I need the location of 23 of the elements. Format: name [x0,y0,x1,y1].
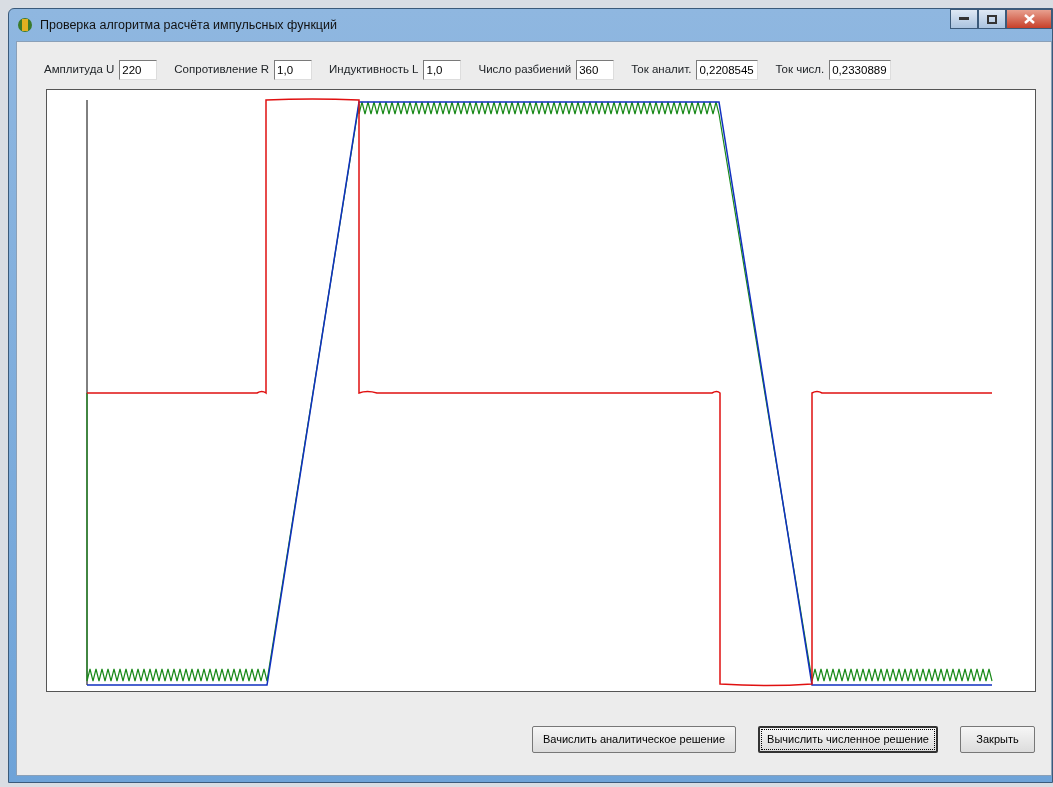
field-label: Индуктивность L [329,62,419,78]
numeric-solve-button[interactable]: Вычислить численное решение [758,726,938,753]
field-label: Амплитуда U [44,62,115,78]
field-label: Сопротивление R [174,62,270,78]
input-field[interactable]: 360 [576,60,615,80]
field-label: Ток аналит. [631,62,692,78]
analytic-solve-button[interactable]: Вачислить аналитическое решение [532,726,736,753]
minimize-button[interactable] [950,9,978,29]
maximize-button[interactable] [978,9,1006,29]
app-icon [16,16,34,34]
field-label: Число разбиений [478,62,572,78]
close-dialog-button[interactable]: Закрыть [960,726,1035,753]
input-field[interactable]: 0,2208545 [696,60,759,80]
input-field[interactable]: 220 [119,60,158,80]
minimize-icon [959,17,969,21]
field-label: Ток числ. [775,62,825,78]
window-title: Проверка алгоритма расчёта импульсных функций [40,16,337,34]
input-field[interactable]: 1,0 [423,60,462,80]
close-icon [1023,14,1035,24]
input-field[interactable]: 1,0 [274,60,313,80]
maximize-icon [987,14,997,24]
close-button[interactable] [1006,9,1052,29]
input-field[interactable]: 0,2330889 [829,60,892,80]
